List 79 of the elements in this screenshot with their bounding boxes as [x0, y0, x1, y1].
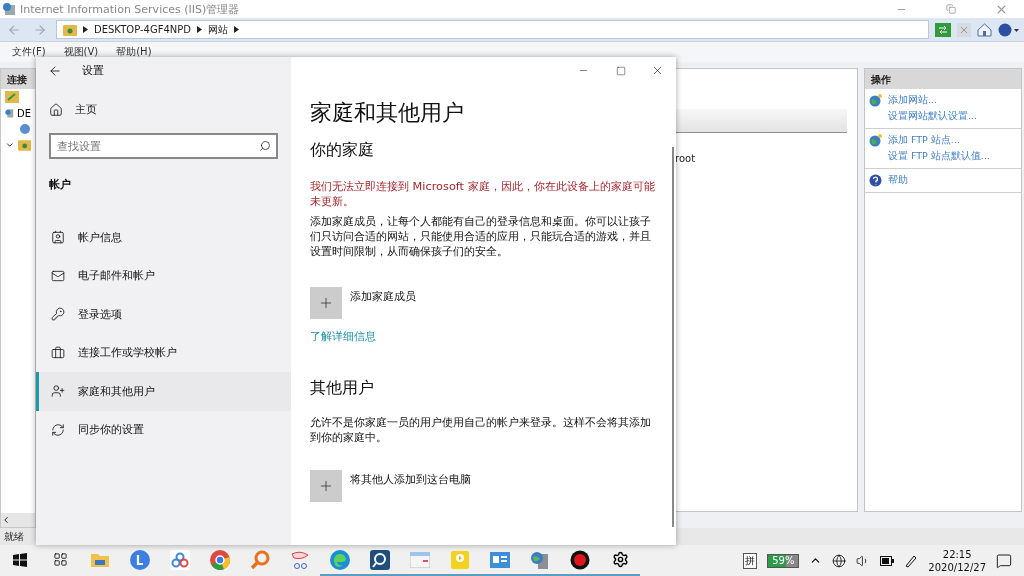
plus-icon — [318, 478, 334, 494]
action-link[interactable]: 设置网站默认设置... — [888, 110, 978, 123]
pane-header: 连接 — [1, 69, 35, 89]
maximize-icon — [615, 65, 626, 76]
app-icon — [2, 2, 16, 16]
home-icon — [49, 102, 63, 117]
battery-icon[interactable] — [880, 555, 895, 566]
section-heading: 帐户 — [48, 177, 72, 192]
action-link[interactable]: 帮助 — [888, 174, 908, 187]
chevron-icon — [83, 26, 88, 33]
menu-item[interactable]: 文件(F) — [12, 45, 46, 59]
window-title: 设置 — [82, 63, 104, 78]
breadcrumb-item[interactable]: DESKTOP-4GF4NPD — [94, 24, 191, 35]
pane-header: 操作 — [865, 69, 1021, 89]
home-icon[interactable] — [977, 22, 992, 37]
help-icon — [869, 174, 882, 187]
folder-icon — [63, 23, 77, 36]
add-family-link[interactable]: 添加家庭成员 — [350, 287, 416, 304]
chevron-icon — [234, 26, 239, 33]
menu-item[interactable]: 帮助(H) — [116, 45, 152, 59]
nav-item[interactable]: 连接工作或学校帐户 — [36, 333, 291, 372]
chevron-icon — [197, 26, 202, 33]
plus-icon — [318, 295, 334, 311]
add-button[interactable] — [310, 287, 342, 319]
nav-item[interactable]: 帐户信息 — [36, 218, 291, 257]
address-bar[interactable]: DESKTOP-4GF4NPD 网站 — [56, 20, 929, 39]
search-icon — [259, 140, 271, 152]
person-add-icon — [51, 384, 65, 399]
help-icon[interactable] — [998, 22, 1020, 37]
description-text: 允许不是你家庭一员的用户使用自己的帐户来登录。这样不会将其添加到你的家庭中。 — [310, 415, 652, 445]
pen-icon[interactable] — [904, 553, 919, 568]
key-icon — [51, 307, 65, 322]
person-card-icon — [51, 230, 65, 245]
action-link[interactable]: 设置 FTP 站点默认值... — [888, 150, 990, 163]
nav-item[interactable]: 电子邮件和帐户 — [36, 256, 291, 295]
expand-icon[interactable] — [4, 140, 15, 150]
description-text: 添加家庭成员，让每个人都能有自己的登录信息和桌面。你可以让孩子们只访问合适的网站，只能使用合适的应用，只能玩合适的游戏，并且设置时间限制，从而确保孩子们的安全。 — [310, 214, 652, 259]
globe-icon — [869, 134, 882, 147]
battery-indicator: 59% — [767, 553, 800, 568]
learn-more-link[interactable]: 了解详细信息 — [310, 329, 676, 344]
nav-item[interactable]: 同步你的设置 — [36, 410, 291, 449]
connect-icon[interactable] — [5, 91, 19, 103]
status-text: 就绪 — [4, 529, 24, 544]
ime-indicator[interactable]: 拼 — [743, 552, 758, 569]
nav-item[interactable]: 家庭和其他用户 — [36, 372, 291, 411]
back-icon[interactable] — [48, 63, 62, 78]
section-heading: 你的家庭 — [310, 140, 375, 161]
date-text: 2020/12/27 — [928, 560, 986, 574]
add-button[interactable] — [310, 470, 342, 502]
nav-item[interactable]: 登录选项 — [36, 295, 291, 334]
menu-item[interactable]: 视图(V) — [63, 45, 99, 59]
folder-icon — [17, 139, 31, 151]
search-field[interactable]: 查找设置 — [49, 133, 278, 159]
notification-icon[interactable] — [996, 552, 1012, 569]
restore-icon — [946, 4, 956, 14]
server-icon — [5, 107, 14, 119]
time-text: 22:15 — [942, 547, 972, 561]
close-icon — [651, 64, 664, 77]
action-link[interactable]: 添加 FTP 站点... — [888, 134, 960, 147]
window-title: Internet Information Services (IIS)管理器 — [20, 1, 241, 17]
sync-icon — [51, 422, 65, 437]
table-cell: root — [675, 153, 696, 164]
scroll-left-icon[interactable] — [1, 515, 11, 525]
globe-icon — [869, 94, 882, 107]
network-icon[interactable] — [832, 553, 847, 568]
breadcrumb-item[interactable]: 网站 — [208, 22, 228, 37]
page-title: 家庭和其他用户 — [310, 99, 465, 127]
clock[interactable]: 22:15 2020/12/27 — [928, 547, 986, 574]
refresh-icon[interactable] — [935, 22, 951, 37]
error-message: 我们无法立即连接到 Microsoft 家庭，因此，你在此设备上的家庭可能未更新。 — [310, 179, 656, 209]
section-heading: 其他用户 — [310, 378, 375, 399]
briefcase-icon — [51, 345, 65, 360]
mail-icon — [51, 268, 65, 283]
action-link[interactable]: 添加网站... — [888, 94, 938, 107]
back-arrow-icon — [7, 22, 21, 37]
home-link[interactable]: 主页 — [36, 84, 291, 117]
add-user-link[interactable]: 将其他人添加到这台电脑 — [350, 470, 471, 487]
tree-item[interactable]: DE — [16, 107, 31, 119]
stop-icon[interactable] — [957, 22, 971, 37]
